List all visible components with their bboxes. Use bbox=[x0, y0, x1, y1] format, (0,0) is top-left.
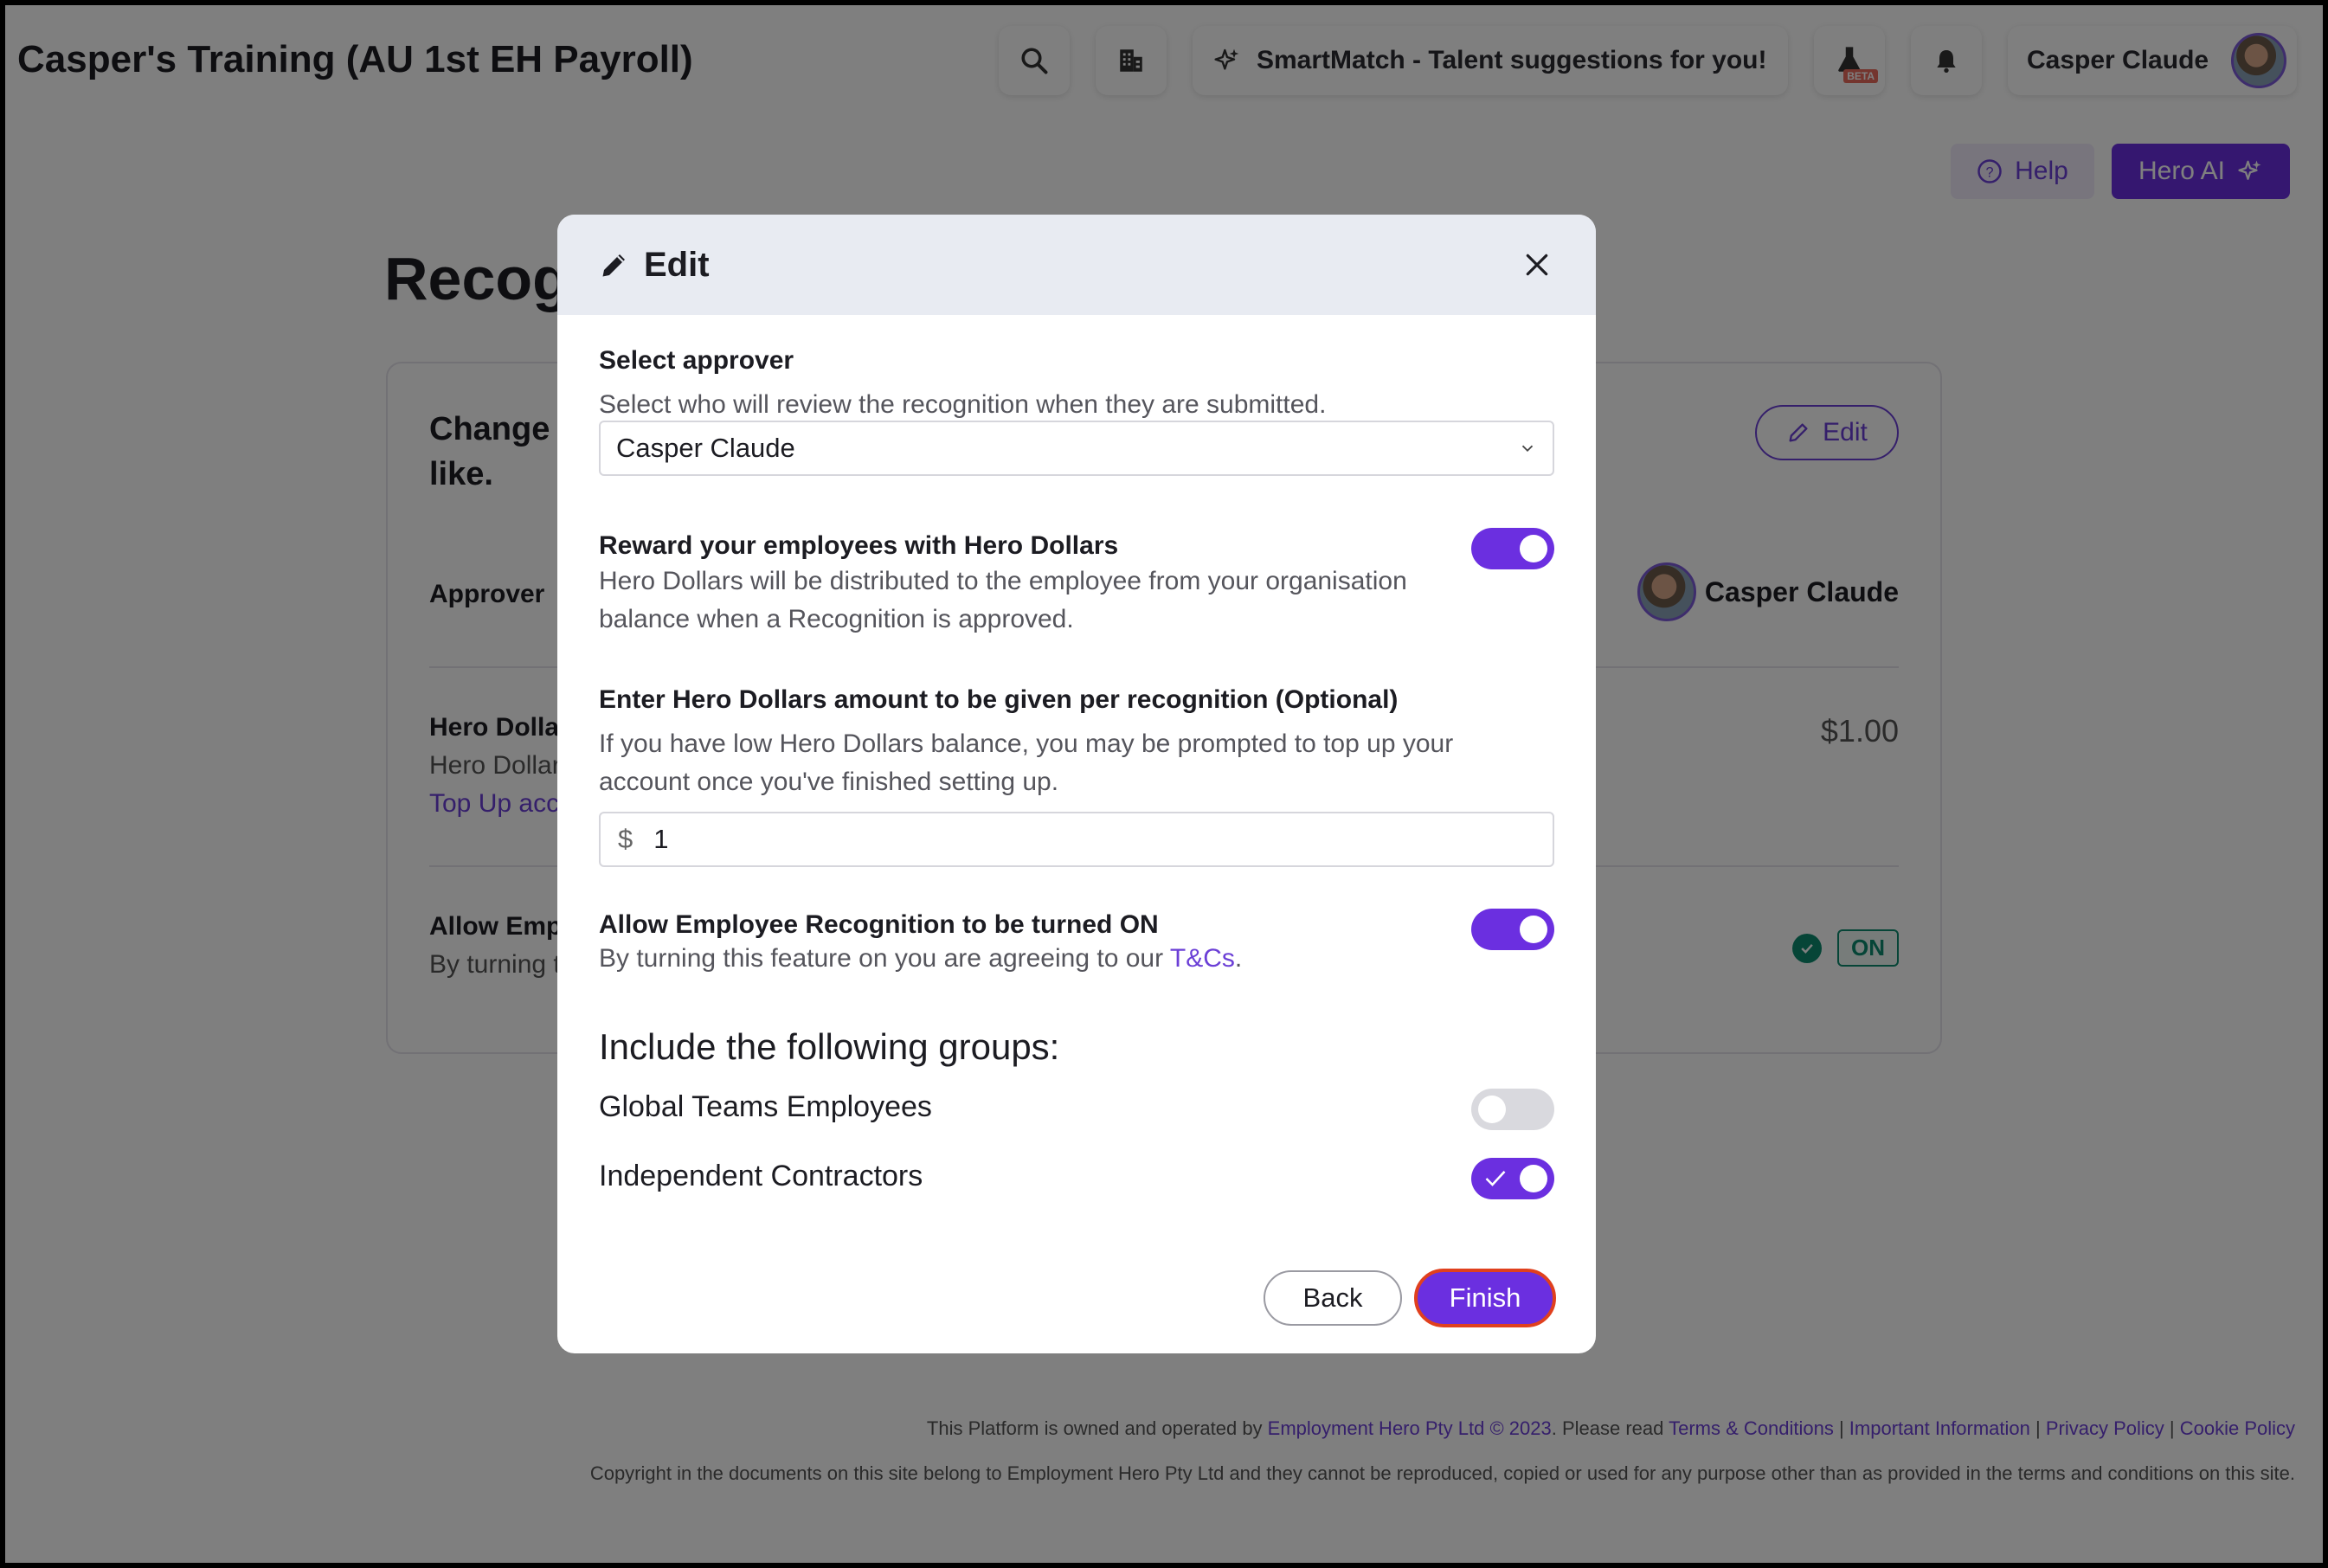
close-button[interactable] bbox=[1516, 244, 1558, 286]
group-label-global-teams: Global Teams Employees bbox=[599, 1090, 932, 1123]
approver-selected-value: Casper Claude bbox=[616, 433, 795, 463]
chevron-down-icon bbox=[1521, 445, 1534, 453]
check-icon bbox=[1485, 1170, 1506, 1186]
modal-header: Edit bbox=[557, 215, 1596, 315]
amount-desc-line-1: If you have low Hero Dollars balance, yo… bbox=[599, 729, 1454, 758]
allow-toggle[interactable] bbox=[1471, 909, 1554, 950]
amount-field-title: Enter Hero Dollars amount to be given pe… bbox=[599, 685, 1399, 714]
amount-desc-line-2: account once you've finished setting up. bbox=[599, 768, 1059, 796]
reward-toggle[interactable] bbox=[1471, 528, 1554, 569]
pencil-icon bbox=[602, 254, 625, 277]
modal-title: Edit bbox=[644, 245, 710, 284]
edit-modal: Edit Select approver Select who will rev… bbox=[557, 215, 1596, 1353]
approver-field-title: Select approver bbox=[599, 346, 794, 375]
reward-desc-line-1: Hero Dollars will be distributed to the … bbox=[599, 567, 1407, 595]
allow-desc-text: By turning this feature on you are agree… bbox=[599, 944, 1170, 973]
allow-field-title: Allow Employee Recognition to be turned … bbox=[599, 910, 1159, 939]
finish-button[interactable]: Finish bbox=[1414, 1269, 1556, 1327]
approver-field-desc: Select who will review the recognition w… bbox=[599, 390, 1327, 419]
groups-heading: Include the following groups: bbox=[599, 1026, 1060, 1067]
back-button[interactable]: Back bbox=[1264, 1270, 1402, 1326]
allow-desc: By turning this feature on you are agree… bbox=[599, 940, 1242, 978]
reward-desc-line-2: balance when a Recognition is approved. bbox=[599, 605, 1074, 633]
amount-value: 1 bbox=[653, 824, 669, 854]
amount-input[interactable]: $ 1 bbox=[599, 812, 1554, 867]
independent-contractors-toggle[interactable] bbox=[1471, 1158, 1554, 1199]
allow-desc-suffix: . bbox=[1234, 944, 1243, 973]
tcs-link[interactable]: T&Cs bbox=[1170, 944, 1235, 973]
global-teams-toggle[interactable] bbox=[1471, 1089, 1554, 1130]
close-icon bbox=[1526, 254, 1548, 276]
approver-select[interactable]: Casper Claude bbox=[599, 421, 1554, 476]
reward-field-title: Reward your employees with Hero Dollars bbox=[599, 531, 1119, 560]
currency-prefix: $ bbox=[618, 824, 633, 854]
group-label-independent-contractors: Independent Contractors bbox=[599, 1160, 923, 1192]
